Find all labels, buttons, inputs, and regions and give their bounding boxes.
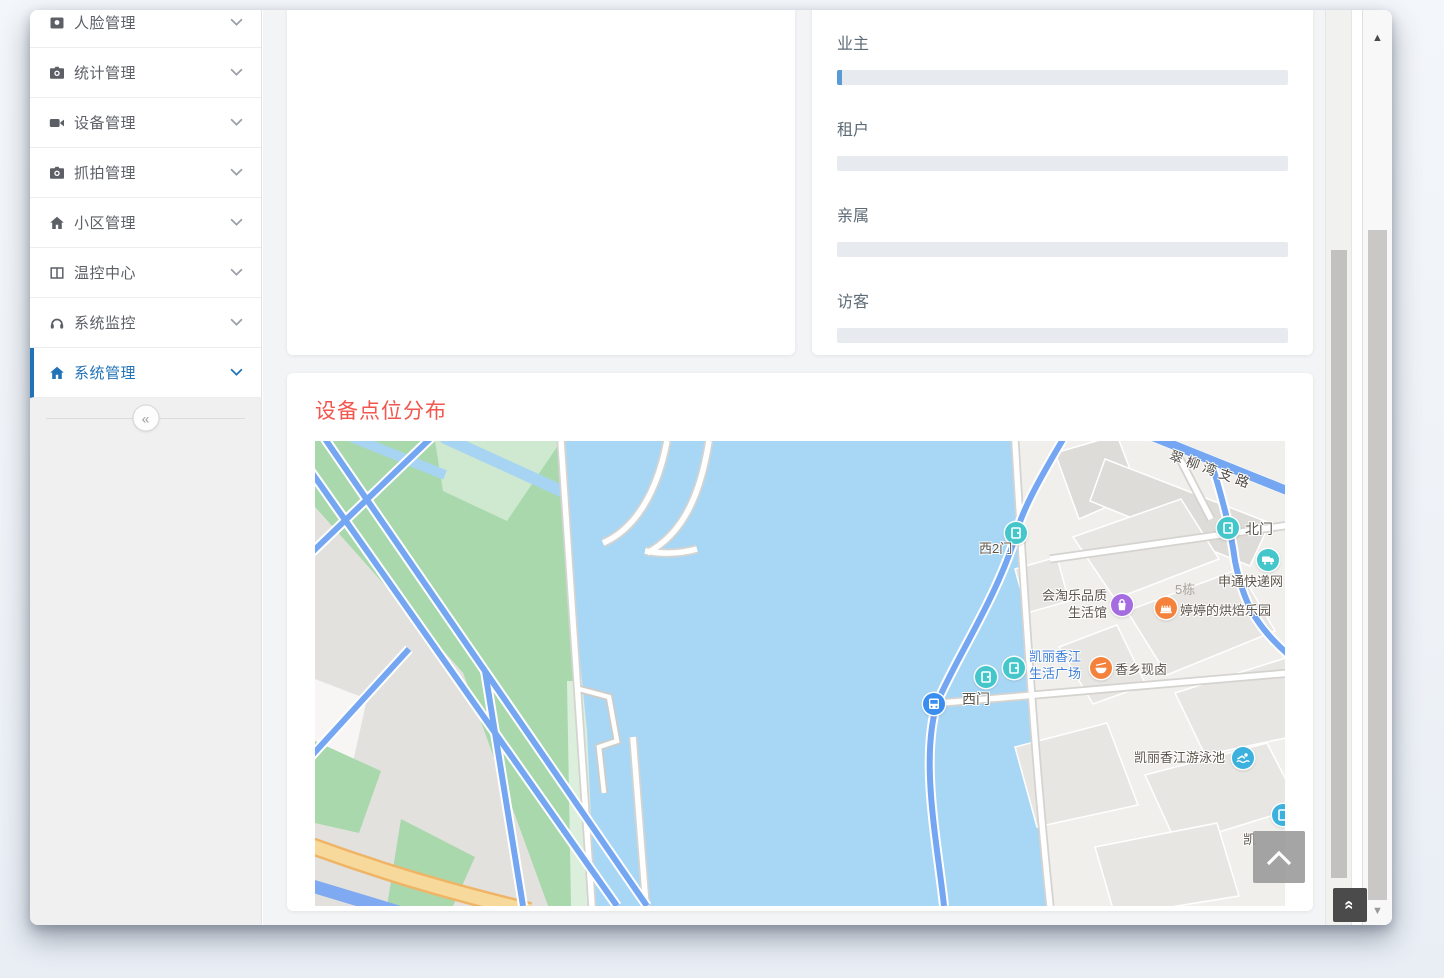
videocam-icon xyxy=(49,115,65,131)
stat-row: 租户 xyxy=(837,116,1288,171)
stat-row: 业主 xyxy=(837,30,1288,85)
map-label-plaza: 凯丽香江 生活广场 xyxy=(1029,648,1081,682)
map-marker-express[interactable] xyxy=(1257,549,1279,571)
scroll-jump-top-button[interactable]: « xyxy=(1333,888,1367,922)
headset-icon xyxy=(49,315,65,331)
chevron-down-icon xyxy=(230,168,243,177)
sidebar-item-label: 系统管理 xyxy=(74,362,230,383)
stat-label: 访客 xyxy=(837,288,1288,312)
stat-label: 亲属 xyxy=(837,202,1288,226)
stat-row: 访客 xyxy=(837,288,1288,343)
progress-fill xyxy=(837,70,842,85)
empty-chart-panel xyxy=(287,10,795,355)
progress-bar xyxy=(837,156,1288,171)
chevron-down-icon xyxy=(230,368,243,377)
map-marker-life-hall[interactable] xyxy=(1111,594,1133,616)
panel-title: 设备点位分布 xyxy=(315,395,1285,425)
sidebar-item-monitoring[interactable]: 系统监控 xyxy=(30,298,261,348)
home-icon xyxy=(49,215,65,231)
sidebar-item-devices[interactable]: 设备管理 xyxy=(30,98,261,148)
camera-icon xyxy=(49,165,65,181)
sidebar-item-label: 小区管理 xyxy=(74,212,230,233)
progress-bar xyxy=(837,328,1288,343)
progress-bar xyxy=(837,70,1288,85)
map-label-line: 生活广场 xyxy=(1029,665,1081,682)
device-map-panel: 设备点位分布 xyxy=(287,373,1313,911)
sidebar-item-label: 温控中心 xyxy=(74,262,230,283)
main-content: 业主 租户 亲属 访客 xyxy=(263,10,1325,925)
progress-bar xyxy=(837,242,1288,257)
inner-scrollbar[interactable] xyxy=(1325,10,1352,925)
map-label-west-gate2: 西2门 xyxy=(979,540,1012,557)
sidebar-item-label: 统计管理 xyxy=(74,62,230,83)
sidebar-item-label: 系统监控 xyxy=(74,312,230,333)
outer-scrollbar-thumb[interactable] xyxy=(1368,230,1387,900)
map-marker-west-gate[interactable] xyxy=(975,666,997,688)
stat-label: 业主 xyxy=(837,30,1288,54)
chevron-down-icon xyxy=(230,268,243,277)
sidebar-item-capture[interactable]: 抓拍管理 xyxy=(30,148,261,198)
sidebar-item-label: 人脸管理 xyxy=(74,12,230,33)
sidebar-item-temperature[interactable]: 温控中心 xyxy=(30,248,261,298)
map-label-line: 凯丽香江 xyxy=(1029,648,1081,665)
outer-scrollbar[interactable]: ▲ ▼ xyxy=(1362,10,1392,925)
scrollbar-up-arrow[interactable]: ▲ xyxy=(1363,32,1392,44)
map-marker-partial[interactable] xyxy=(1272,804,1285,826)
map-marker-bakery[interactable] xyxy=(1155,597,1177,619)
columns-icon xyxy=(49,265,65,281)
sidebar-collapse-row: « xyxy=(30,398,261,438)
back-to-top-button[interactable] xyxy=(1253,831,1305,883)
map-label-north-gate: 北门 xyxy=(1245,521,1273,538)
map-label-west-gate: 西门 xyxy=(962,691,990,708)
sidebar-collapse-button[interactable]: « xyxy=(132,405,159,432)
sidebar: 人脸管理 统计管理 设备管理 xyxy=(30,10,262,925)
map-label-line: 生活馆 xyxy=(1021,604,1107,621)
collapse-icon: « xyxy=(142,410,150,426)
camera-icon xyxy=(49,65,65,81)
sidebar-item-face[interactable]: 人脸管理 xyxy=(30,10,261,48)
map-label-building5: 5栋 xyxy=(1175,581,1195,598)
map-marker-swimming-pool[interactable] xyxy=(1232,747,1254,769)
person-stats-panel: 业主 租户 亲属 访客 xyxy=(812,10,1313,355)
chevron-down-icon xyxy=(230,68,243,77)
sidebar-item-label: 设备管理 xyxy=(74,112,230,133)
map-marker-braised-food[interactable] xyxy=(1090,657,1112,679)
stat-row: 亲属 xyxy=(837,202,1288,257)
map-marker-north-gate[interactable] xyxy=(1217,517,1239,539)
sidebar-item-system[interactable]: 系统管理 xyxy=(30,348,261,398)
map-label-swimming-pool: 凯丽香江游泳池 xyxy=(1113,749,1225,766)
home-icon xyxy=(49,365,65,381)
chevron-down-icon xyxy=(230,18,243,27)
map-label-bakery: 婷婷的烘焙乐园 xyxy=(1180,602,1271,619)
inner-scrollbar-thumb[interactable] xyxy=(1331,250,1347,878)
map-marker-plaza[interactable] xyxy=(1003,657,1025,679)
stat-label: 租户 xyxy=(837,116,1288,140)
map-canvas[interactable]: 翠柳湾支路 xyxy=(315,441,1285,906)
face-icon xyxy=(49,15,65,31)
sidebar-item-label: 抓拍管理 xyxy=(74,162,230,183)
map-marker-bus-stop[interactable] xyxy=(923,693,945,715)
chevron-down-icon xyxy=(230,118,243,127)
sidebar-item-community[interactable]: 小区管理 xyxy=(30,198,261,248)
sidebar-item-statistics[interactable]: 统计管理 xyxy=(30,48,261,98)
chevron-up-icon xyxy=(1264,846,1294,868)
map-label-line: 会淘乐品质 xyxy=(1021,587,1107,604)
chevron-down-icon xyxy=(230,218,243,227)
map-label-express: 申通快递网 xyxy=(1218,573,1283,590)
double-chevron-up-icon: « xyxy=(1340,900,1360,909)
chevron-down-icon xyxy=(230,318,243,327)
top-panels-row: 业主 租户 亲属 访客 xyxy=(287,10,1313,355)
map-label-braised-food: 香乡现卤 xyxy=(1115,661,1167,678)
map-label-life-hall: 会淘乐品质 生活馆 xyxy=(1021,587,1107,621)
scrollbar-down-arrow[interactable]: ▼ xyxy=(1363,905,1392,917)
app-window: 人脸管理 统计管理 设备管理 xyxy=(30,10,1392,925)
